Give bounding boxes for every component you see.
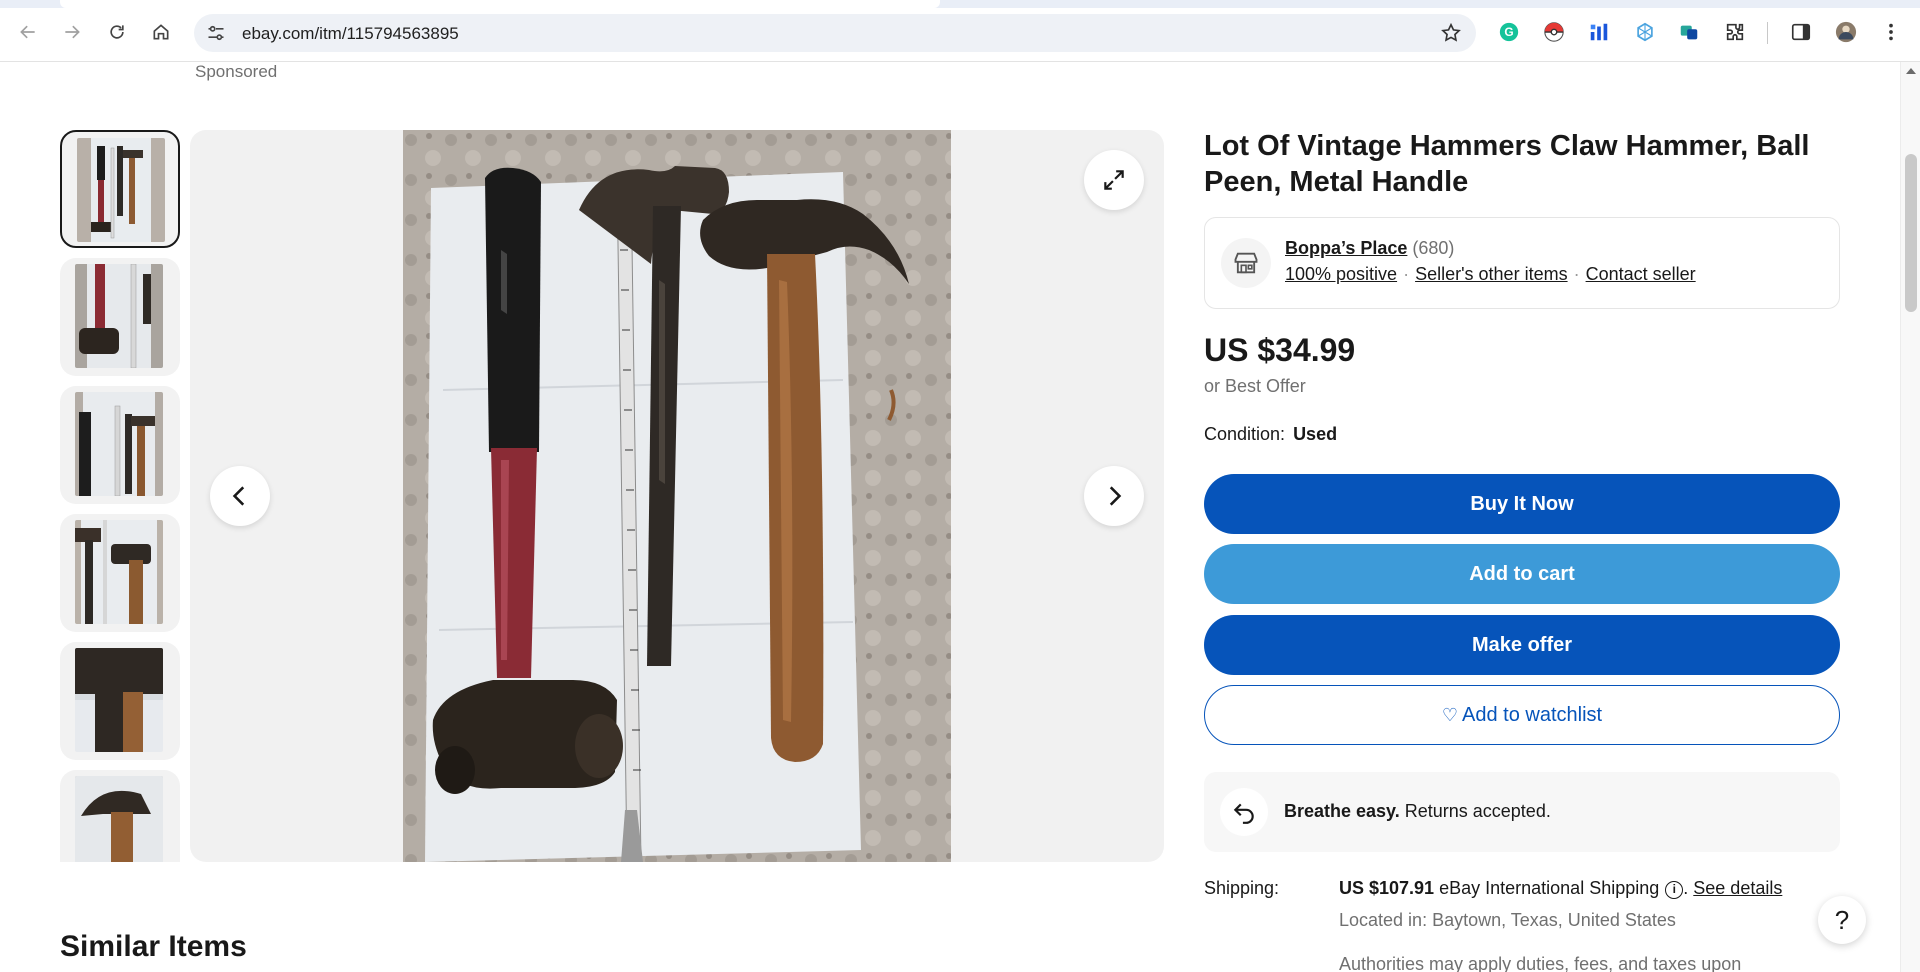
main-image-gallery bbox=[190, 130, 1164, 862]
pokeball-extension-icon[interactable] bbox=[1542, 20, 1566, 44]
duties-notice: Authorities may apply duties, fees, and … bbox=[1339, 954, 1742, 972]
side-panel-icon[interactable] bbox=[1789, 20, 1813, 44]
separator-dot: · bbox=[1573, 264, 1580, 284]
fullscreen-button[interactable] bbox=[1084, 150, 1144, 210]
condition-value: Used bbox=[1293, 424, 1338, 444]
info-icon[interactable]: i bbox=[1665, 881, 1684, 899]
toolbar-divider bbox=[1767, 22, 1768, 44]
add-to-cart-label: Add to cart bbox=[1469, 562, 1575, 585]
scrollbar-thumb[interactable] bbox=[1905, 154, 1917, 312]
reload-icon[interactable] bbox=[103, 18, 131, 46]
thumbnail-3[interactable] bbox=[60, 386, 180, 504]
condition-row: Condition: Used bbox=[1204, 424, 1337, 445]
seller-name-link[interactable]: Boppa’s Place bbox=[1285, 238, 1407, 258]
main-product-image[interactable] bbox=[403, 130, 951, 862]
page-scrollbar[interactable] bbox=[1900, 62, 1920, 972]
seller-other-items-link[interactable]: Seller's other items bbox=[1415, 264, 1568, 284]
condition-label: Condition: bbox=[1204, 424, 1286, 444]
store-icon[interactable] bbox=[1221, 238, 1271, 288]
profile-avatar-icon[interactable] bbox=[1834, 20, 1858, 44]
thumbnail-image bbox=[75, 392, 163, 496]
active-tab[interactable] bbox=[60, 0, 940, 8]
seller-name-line: Boppa’s Place (680) bbox=[1285, 238, 1454, 259]
returns-bold: Breathe easy. bbox=[1284, 801, 1400, 821]
thumbnail-image bbox=[75, 648, 163, 752]
thumbnail-image bbox=[75, 776, 163, 862]
buy-it-now-label: Buy It Now bbox=[1470, 492, 1574, 515]
seller-feedback-count: (680) bbox=[1412, 238, 1455, 258]
thumbnail-6[interactable] bbox=[60, 770, 180, 862]
back-icon[interactable] bbox=[14, 18, 42, 46]
seller-links: 100% positive · Seller's other items · Conta… bbox=[1285, 264, 1696, 285]
heart-icon: ♡ bbox=[1441, 704, 1459, 725]
thumbnail-1[interactable] bbox=[60, 130, 180, 248]
scroll-up-arrow-icon[interactable] bbox=[1906, 68, 1916, 74]
shipping-cost: US $107.91 bbox=[1339, 878, 1435, 898]
watchlist-label: Add to watchlist bbox=[1462, 703, 1603, 726]
add-to-watchlist-button[interactable]: ♡ Add to watchlist bbox=[1204, 685, 1840, 745]
browser-menu-icon[interactable] bbox=[1879, 20, 1903, 44]
add-to-cart-button[interactable]: Add to cart bbox=[1204, 544, 1840, 604]
grammarly-extension-icon[interactable]: G bbox=[1497, 20, 1521, 44]
analytics-extension-icon[interactable] bbox=[1587, 20, 1611, 44]
similar-items-heading: Similar Items bbox=[60, 930, 247, 963]
contact-seller-link[interactable]: Contact seller bbox=[1586, 264, 1696, 284]
home-icon[interactable] bbox=[147, 18, 175, 46]
thumbnail-4[interactable] bbox=[60, 514, 180, 632]
seller-card: Boppa’s Place (680) 100% positive · Seller… bbox=[1204, 217, 1840, 309]
best-offer-label: or Best Offer bbox=[1204, 376, 1306, 396]
make-offer-label: Make offer bbox=[1471, 633, 1573, 656]
svg-text:G: G bbox=[1504, 25, 1513, 39]
thumbnail-image bbox=[75, 520, 163, 624]
thumbnail-image bbox=[75, 264, 163, 368]
shipping-value: US $107.91 eBay International Shipping i.… bbox=[1339, 878, 1783, 899]
see-details-link[interactable]: See details bbox=[1693, 878, 1782, 898]
shipping-method: eBay International Shipping bbox=[1439, 878, 1660, 898]
url-text[interactable]: ebay.com/itm/115794563895 bbox=[242, 24, 459, 44]
browser-toolbar: ebay.com/itm/115794563895 G bbox=[0, 0, 1920, 62]
extensions-puzzle-icon[interactable] bbox=[1723, 20, 1747, 44]
ebay-item-page: Sponsored Similar Items Lot Of Vintage H… bbox=[0, 62, 1900, 972]
return-icon bbox=[1220, 788, 1268, 836]
help-icon: ? bbox=[1834, 904, 1850, 935]
tab-strip bbox=[0, 0, 1920, 8]
address-bar[interactable]: ebay.com/itm/115794563895 bbox=[194, 14, 1476, 52]
make-offer-button[interactable]: Make offer bbox=[1204, 615, 1840, 675]
forward-icon[interactable] bbox=[58, 18, 86, 46]
next-image-button[interactable] bbox=[1084, 466, 1144, 526]
previous-image-button[interactable] bbox=[210, 466, 270, 526]
buy-it-now-button[interactable]: Buy It Now bbox=[1204, 474, 1840, 534]
site-info-icon[interactable] bbox=[206, 23, 226, 43]
thumbnail-2[interactable] bbox=[60, 258, 180, 376]
thumbnail-list bbox=[60, 130, 180, 862]
returns-detail: Returns accepted. bbox=[1404, 801, 1551, 821]
bookmark-star-icon[interactable] bbox=[1440, 22, 1462, 44]
returns-text: Breathe easy. Returns accepted. bbox=[1284, 801, 1551, 822]
chevron-right-icon bbox=[1109, 486, 1122, 506]
sponsored-label: Sponsored bbox=[195, 62, 278, 81]
shipping-label: Shipping: bbox=[1204, 878, 1280, 898]
help-button[interactable]: ? bbox=[1818, 896, 1866, 944]
expand-icon bbox=[1104, 170, 1124, 190]
thumbnail-5[interactable] bbox=[60, 642, 180, 760]
openai-extension-icon[interactable] bbox=[1633, 20, 1657, 44]
translate-extension-icon[interactable] bbox=[1677, 20, 1701, 44]
item-price: US $34.99 bbox=[1204, 332, 1356, 368]
separator-dot: · bbox=[1403, 264, 1410, 284]
chevron-left-icon bbox=[232, 486, 245, 506]
item-title: Lot Of Vintage Hammers Claw Hammer, Ball… bbox=[1204, 130, 1810, 198]
returns-banner: Breathe easy. Returns accepted. bbox=[1204, 772, 1840, 852]
item-location: Located in: Baytown, Texas, United State… bbox=[1339, 910, 1676, 930]
seller-positive-link[interactable]: 100% positive bbox=[1285, 264, 1397, 284]
thumbnail-image bbox=[77, 138, 165, 242]
